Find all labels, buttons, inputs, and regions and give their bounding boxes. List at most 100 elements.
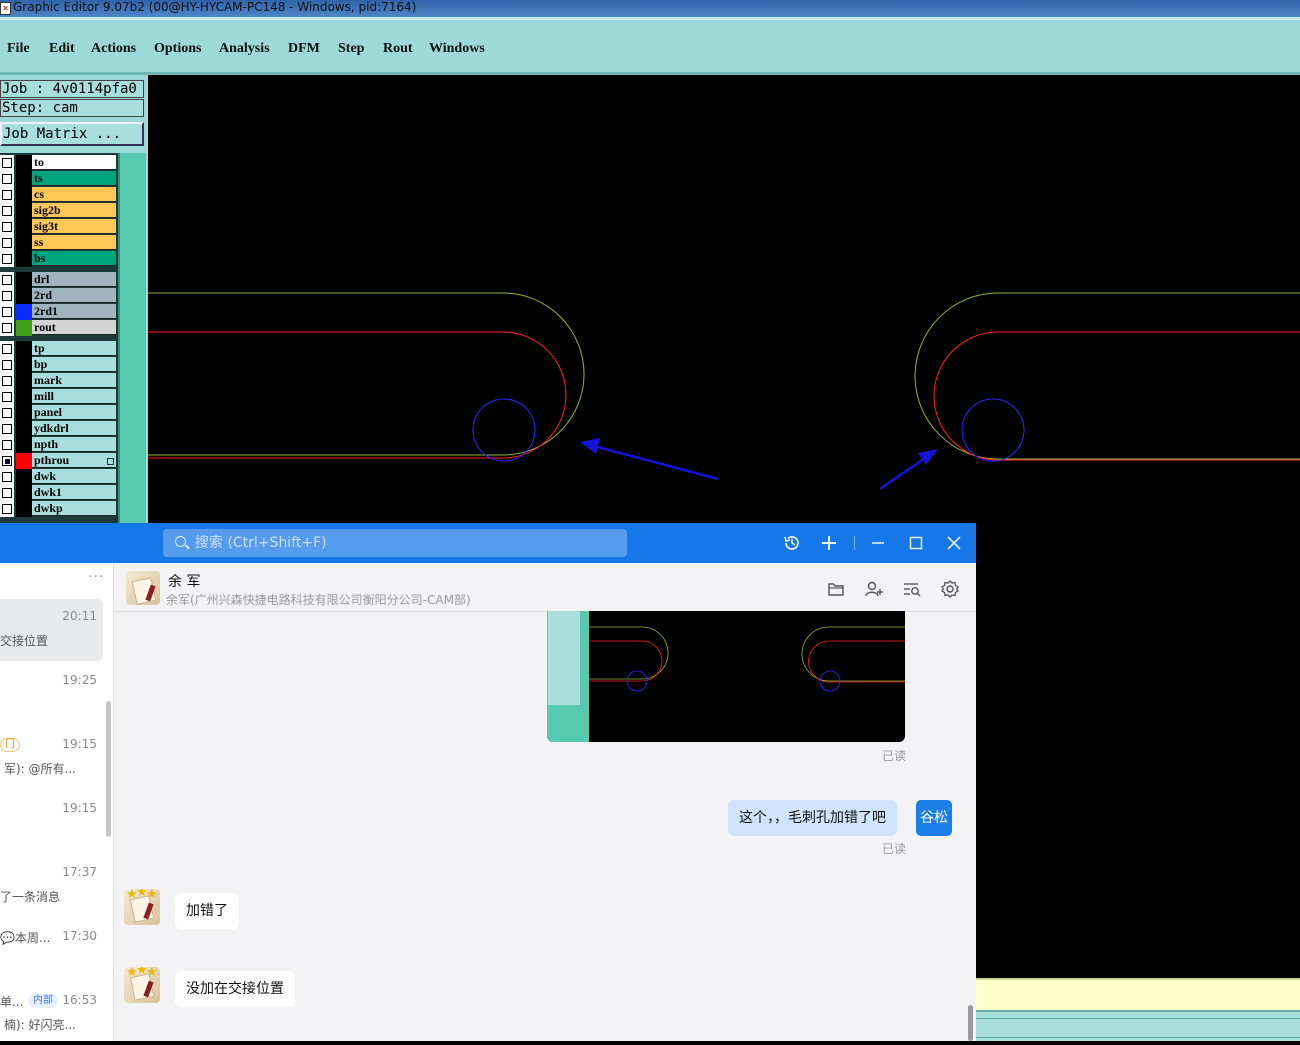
layer-color-swatch[interactable] (16, 485, 32, 501)
layer-checkbox[interactable] (2, 254, 12, 264)
layer-name[interactable]: bp (32, 357, 116, 372)
conversation-item[interactable]: 19:25 (0, 663, 103, 725)
layer-row-sig2b[interactable]: sig2b (0, 203, 116, 219)
layer-color-swatch[interactable] (16, 320, 32, 336)
layer-name[interactable]: sig3t (32, 219, 116, 234)
layer-name[interactable]: pthrou (32, 453, 116, 468)
layer-name[interactable]: ts (32, 171, 116, 186)
layer-checkbox[interactable] (2, 488, 12, 498)
conversation-item[interactable]: 💬本周... 17:30 (0, 919, 103, 981)
layer-checkbox[interactable] (2, 424, 12, 434)
layer-color-swatch[interactable] (16, 437, 32, 453)
layer-color-swatch[interactable] (16, 219, 32, 235)
layer-checkbox[interactable] (2, 174, 12, 184)
search-input[interactable]: 搜索 (Ctrl+Shift+F) (163, 529, 627, 557)
layer-row-tp[interactable]: tp (0, 341, 116, 357)
layer-checkbox[interactable] (2, 307, 12, 317)
menu-windows[interactable]: Windows (429, 41, 485, 57)
menu-options[interactable]: Options (154, 41, 201, 57)
sender-avatar[interactable]: ★ ★ ★ (124, 889, 160, 925)
layer-row-2rd1[interactable]: 2rd1 (0, 304, 116, 320)
layer-checkbox[interactable] (2, 275, 12, 285)
layer-checkbox[interactable] (2, 238, 12, 248)
layer-color-swatch[interactable] (16, 304, 32, 320)
menu-analysis[interactable]: Analysis (219, 41, 270, 57)
layer-row-sig3t[interactable]: sig3t (0, 219, 116, 235)
layer-name[interactable]: npth (32, 437, 116, 452)
conversation-item[interactable]: 20:11 交接位置 (0, 599, 103, 661)
layer-name[interactable]: sig2b (32, 203, 116, 218)
layer-color-swatch[interactable] (16, 203, 32, 219)
more-icon[interactable]: ··· (88, 569, 104, 585)
layer-checkbox[interactable] (2, 344, 12, 354)
layer-name[interactable]: 2rd1 (32, 304, 116, 319)
layer-checkbox[interactable] (2, 222, 12, 232)
add-icon[interactable] (819, 533, 839, 553)
layer-color-swatch[interactable] (16, 171, 32, 187)
conversation-item[interactable]: 17:37 了一条消息 (0, 855, 103, 917)
layer-checkbox[interactable] (2, 360, 12, 370)
menu-step[interactable]: Step (338, 41, 364, 57)
layer-color-swatch[interactable] (16, 155, 32, 171)
message-image-thumbnail[interactable] (547, 611, 905, 742)
layer-checkbox[interactable] (2, 158, 12, 168)
layer-checkbox[interactable] (2, 472, 12, 482)
layer-row-rout[interactable]: rout (0, 320, 116, 336)
add-member-icon[interactable] (864, 579, 884, 599)
layer-name[interactable]: ss (32, 235, 116, 250)
contact-avatar[interactable] (126, 571, 160, 605)
layer-color-swatch[interactable] (16, 251, 32, 267)
layer-color-swatch[interactable] (16, 235, 32, 251)
search-history-icon[interactable] (902, 579, 922, 599)
layer-row-bs[interactable]: bs (0, 251, 116, 267)
layer-row-ydkdrl[interactable]: ydkdrl (0, 421, 116, 437)
menu-file[interactable]: File (7, 41, 30, 57)
layer-row-panel[interactable]: panel (0, 405, 116, 421)
layer-checkbox[interactable] (2, 408, 12, 418)
layer-name[interactable]: mark (32, 373, 116, 388)
layer-row-dwk[interactable]: dwk (0, 469, 116, 485)
layer-name[interactable]: rout (32, 320, 116, 335)
layer-name[interactable]: cs (32, 187, 116, 202)
layer-row-ss[interactable]: ss (0, 235, 116, 251)
layer-checkbox[interactable] (2, 504, 12, 514)
layer-checkbox[interactable] (2, 291, 12, 301)
layer-checkbox[interactable] (2, 376, 12, 386)
layer-color-swatch[interactable] (16, 341, 32, 357)
layer-row-dwkp[interactable]: dwkp (0, 501, 116, 517)
layer-name[interactable]: dwk (32, 469, 116, 484)
layer-checkbox[interactable] (2, 456, 12, 466)
layer-row-pthrou[interactable]: pthrou (0, 453, 116, 469)
layer-name[interactable]: dwk1 (32, 485, 116, 500)
layer-color-swatch[interactable] (16, 288, 32, 304)
layer-name[interactable]: 2rd (32, 288, 116, 303)
close-icon[interactable] (944, 533, 964, 553)
layer-color-swatch[interactable] (16, 405, 32, 421)
menu-rout[interactable]: Rout (383, 41, 413, 57)
layer-color-swatch[interactable] (16, 501, 32, 517)
received-message-bubble[interactable]: 没加在交接位置 (175, 971, 295, 1007)
layer-color-swatch[interactable] (16, 187, 32, 203)
layer-name[interactable]: to (32, 155, 116, 170)
history-icon[interactable] (782, 533, 802, 553)
layer-color-swatch[interactable] (16, 469, 32, 485)
layer-name[interactable]: panel (32, 405, 116, 420)
conversation-item[interactable]: 门 19:15 军): @所有... (0, 727, 103, 789)
layer-row-ts[interactable]: ts (0, 171, 116, 187)
sender-avatar[interactable]: ★ ★ ★ (124, 967, 160, 1003)
layer-checkbox[interactable] (2, 323, 12, 333)
layer-name[interactable]: tp (32, 341, 116, 356)
layer-checkbox[interactable] (2, 392, 12, 402)
settings-gear-icon[interactable] (940, 579, 960, 599)
menu-actions[interactable]: Actions (91, 41, 136, 57)
job-matrix-button[interactable]: Job Matrix ... (0, 122, 144, 146)
menu-edit[interactable]: Edit (49, 41, 75, 57)
layer-row-mark[interactable]: mark (0, 373, 116, 389)
layer-color-swatch[interactable] (16, 389, 32, 405)
layer-list-scrollbar[interactable] (118, 153, 146, 523)
layer-row-2rd[interactable]: 2rd (0, 288, 116, 304)
received-message-bubble[interactable]: 加错了 (175, 893, 239, 929)
chat-scrollbar[interactable] (968, 1005, 973, 1041)
layer-row-mill[interactable]: mill (0, 389, 116, 405)
maximize-icon[interactable] (906, 533, 926, 553)
